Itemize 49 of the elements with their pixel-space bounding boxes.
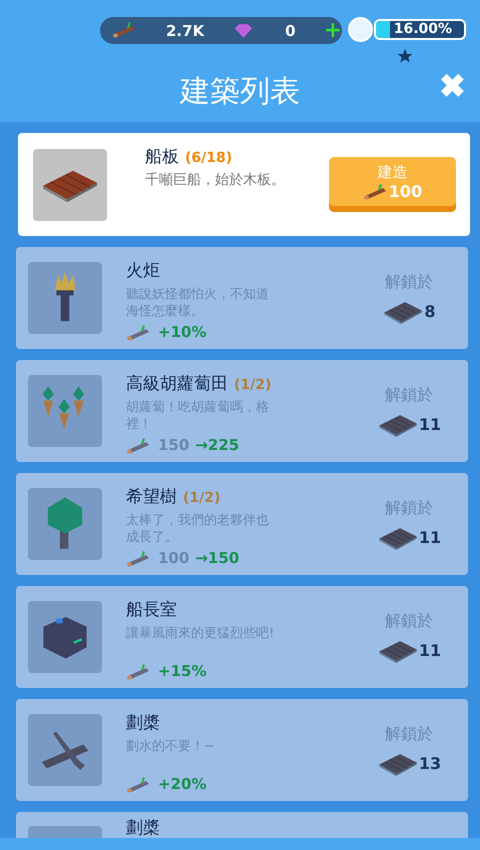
bonus-value: +20%: [158, 775, 206, 793]
unlock-label: 解鎖於: [385, 498, 433, 518]
unlock-cost: 13: [418, 754, 442, 773]
building-name: 船長室: [126, 600, 177, 620]
gem-amount: 0: [285, 22, 296, 40]
upgraded-value: →150: [195, 549, 240, 567]
log-icon: [126, 323, 152, 341]
building-name: 劃槳: [126, 818, 160, 838]
level-count: (1/2): [234, 377, 272, 393]
close-button[interactable]: ✖: [439, 70, 466, 102]
building-description: 聽說妖怪都怕火，不知道海怪怎麼樣。: [126, 286, 270, 320]
unlock-cost: 11: [418, 415, 442, 434]
build-button[interactable]: 建造 100: [329, 157, 456, 212]
building-description: 劃水的不要！~: [126, 738, 216, 755]
log-icon: [126, 662, 152, 680]
building-name: 火炬: [126, 261, 160, 281]
unlock-label: 解鎖於: [385, 610, 433, 632]
bonus-value: +15%: [158, 662, 206, 680]
page-title: 建築列表: [180, 72, 300, 110]
unlock-label: 解鎖於: [385, 724, 433, 744]
current-value: 150: [158, 436, 190, 454]
current-value: 100: [158, 549, 190, 567]
building-description: 讓暴風雨來的更猛烈些吧!: [126, 625, 276, 642]
add-gems-button[interactable]: +: [324, 18, 342, 43]
building-name: 劃槳: [126, 713, 160, 733]
log-icon: [126, 549, 152, 567]
log-icon: [362, 182, 389, 200]
building-description: 千噸巨船，始於木板。: [145, 172, 286, 189]
upgraded-value: →225: [195, 436, 240, 454]
unlock-cost: 8: [424, 302, 436, 321]
building-name: 希望樹: [126, 487, 177, 507]
unlock-cost: 11: [418, 641, 442, 660]
unlock-label: 解鎖於: [385, 272, 433, 292]
unlock-cost: 11: [418, 528, 442, 547]
star-icon: [397, 48, 413, 64]
level-count: (6/18): [185, 150, 232, 166]
building-name: 高級胡蘿蔔田: [126, 374, 228, 394]
wood-amount: 2.7K: [166, 22, 204, 40]
log-icon: [126, 436, 152, 454]
building-name: 船板: [145, 147, 179, 167]
log-icon: [112, 20, 138, 38]
unlock-label: 解鎖於: [385, 384, 433, 406]
gem-icon: [234, 22, 254, 40]
building-description: 太棒了，我們的老夥伴也成長了。: [126, 512, 270, 546]
log-icon: [126, 775, 152, 793]
bonus-value: +10%: [158, 323, 206, 341]
level-count: (1/2): [183, 490, 220, 506]
progress-percent: 16.00%: [394, 21, 452, 38]
building-description: 胡蘿蔔！吃胡蘿蔔嗎，格裡！: [126, 399, 270, 433]
